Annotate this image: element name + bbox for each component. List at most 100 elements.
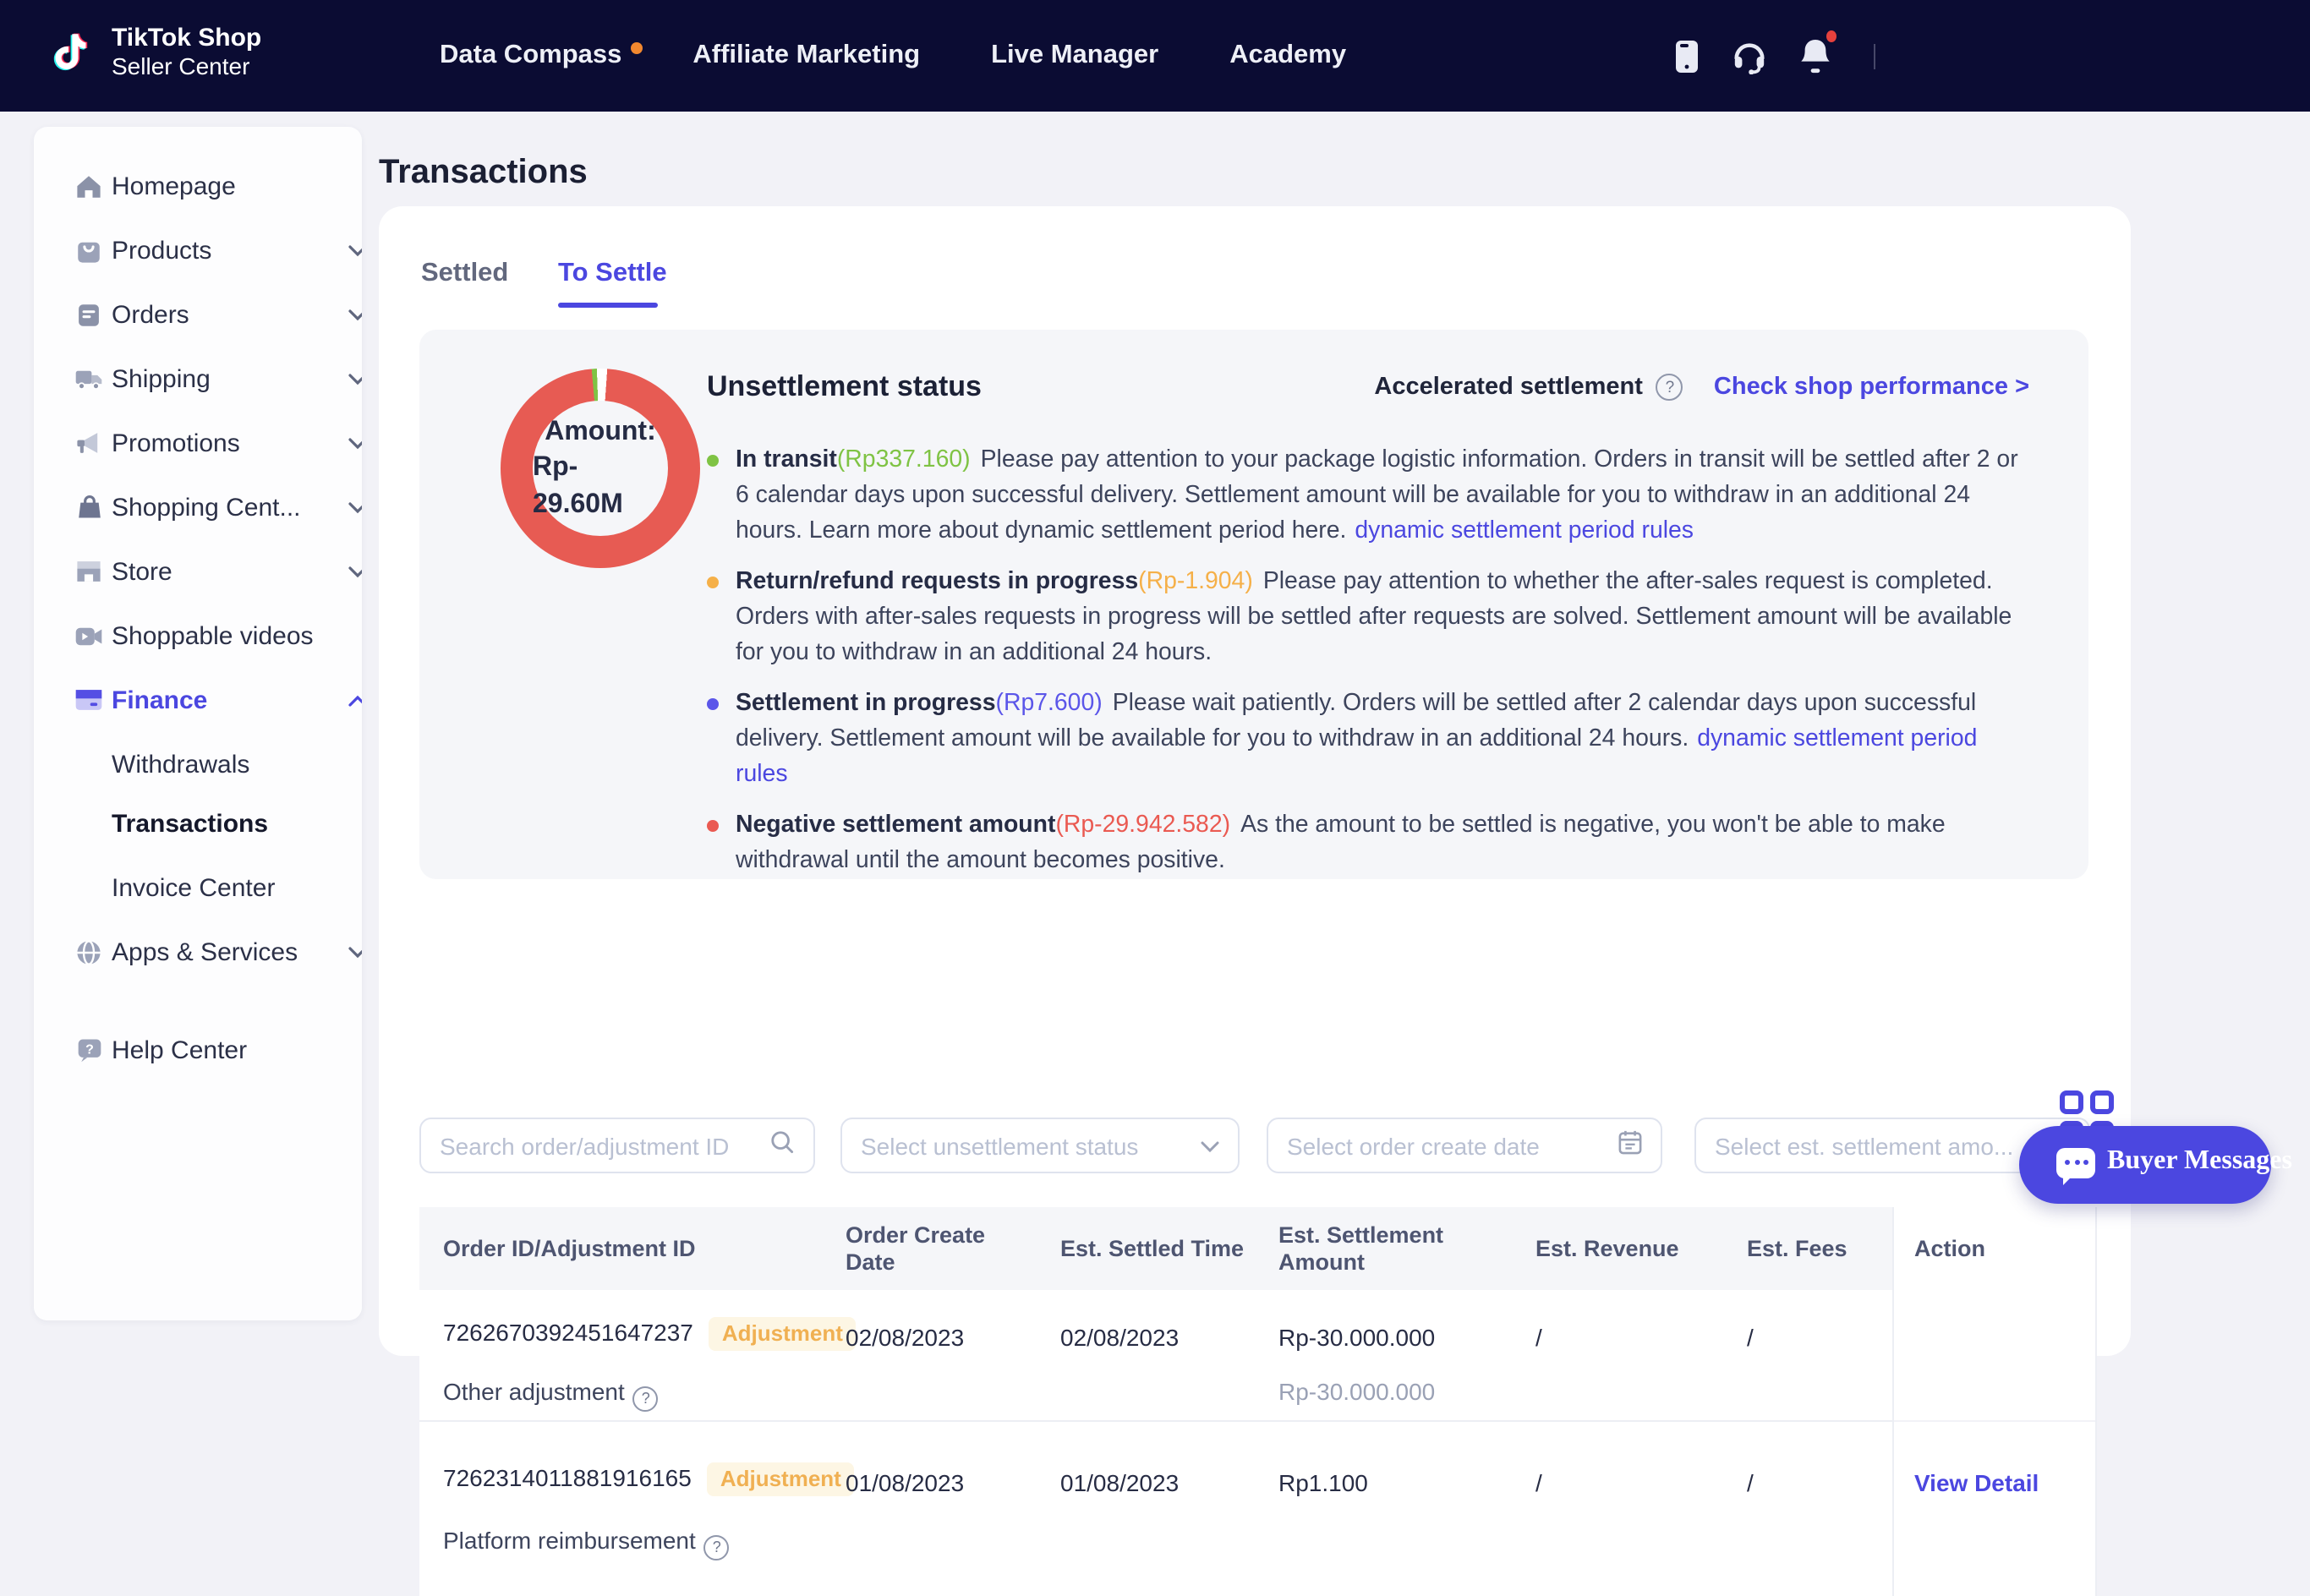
page-title: Transactions (379, 155, 588, 194)
sidebar-item-orders[interactable]: Orders (34, 282, 362, 347)
view-detail-link[interactable]: View Detail (1914, 1469, 2039, 1496)
sidebar-help-block: ? Help Center (34, 1003, 362, 1320)
logo-line2: Seller Center (112, 53, 261, 80)
order-create-date: 02/08/2023 (846, 1324, 964, 1351)
est-revenue: / (1535, 1469, 1542, 1496)
est-fees: / (1747, 1324, 1754, 1351)
tiktok-logo[interactable]: TikTok Shop Seller Center (51, 24, 261, 80)
active-tab-underline (558, 303, 658, 308)
nav-data-compass[interactable]: Data Compass (440, 41, 621, 71)
sidebar-item-homepage[interactable]: Homepage (34, 154, 362, 218)
panel-title: Unsettlement status (707, 370, 982, 404)
adjustment-badge: Adjustment (709, 1317, 857, 1351)
help-tooltip-icon[interactable]: ? (1656, 374, 1683, 401)
sidebar-item-shipping[interactable]: Shipping (34, 347, 362, 411)
bullet-settlement-in-progress: Settlement in progress(Rp7.600)Please wa… (707, 686, 2029, 793)
top-nav-icons (1674, 0, 1875, 112)
adjustment-type: Platform reimbursement (443, 1527, 696, 1554)
nav-divider (1874, 43, 1875, 68)
chevron-down-icon (348, 363, 362, 394)
est-settled-time: 01/08/2023 (1060, 1469, 1179, 1496)
megaphone-icon (74, 429, 103, 457)
sidebar-item-invoice-center[interactable]: Invoice Center (34, 855, 362, 920)
bullet-negative-settlement: Negative settlement amount(Rp-29.942.582… (707, 808, 2029, 879)
nav-live-manager[interactable]: Live Manager (991, 41, 1158, 71)
col-fees: Est. Fees (1747, 1235, 1847, 1262)
purple-dot-icon (707, 698, 719, 710)
chevron-down-icon (348, 937, 362, 967)
logo-text: TikTok Shop Seller Center (112, 24, 261, 80)
chevron-down-icon (348, 492, 362, 522)
check-shop-performance-link[interactable]: Check shop performance > (1714, 374, 2029, 401)
adjustment-badge: Adjustment (707, 1462, 855, 1496)
est-settlement-amount: Rp-30.000.000 (1278, 1324, 1435, 1351)
search-icon (769, 1129, 795, 1162)
tab-settled[interactable]: Settled (421, 259, 508, 289)
svg-text:?: ? (85, 1042, 93, 1057)
order-id[interactable]: 7262314011881916165 (443, 1464, 692, 1491)
support-headset-icon[interactable] (1732, 38, 1767, 74)
finance-card-icon (74, 686, 103, 714)
bullet-title: Negative settlement amount (736, 812, 1055, 839)
chat-bubble-icon (2056, 1148, 2095, 1178)
chevron-up-icon (348, 685, 362, 715)
bullet-amount: (Rp7.600) (996, 690, 1103, 717)
donut-center-label-1: Amount: (545, 413, 656, 450)
sidebar-item-transactions[interactable]: Transactions (34, 791, 362, 855)
bullet-in-transit: In transit(Rp337.160)Please pay attentio… (707, 443, 2029, 549)
sidebar-item-apps-services[interactable]: Apps & Services (34, 920, 362, 984)
est-settled-time: 02/08/2023 (1060, 1324, 1179, 1351)
sidebar-item-finance[interactable]: Finance (34, 668, 362, 732)
unsettlement-status-select[interactable]: Select unsettlement status (840, 1118, 1240, 1173)
home-icon (74, 172, 103, 200)
sidebar-item-withdrawals[interactable]: Withdrawals (34, 732, 362, 796)
buyer-messages-button[interactable]: Buyer Messages (2019, 1126, 2271, 1204)
action-column-divider (1892, 1207, 1894, 1596)
info-question-icon[interactable]: ? (704, 1534, 730, 1560)
orders-document-icon (74, 300, 103, 329)
sidebar-item-shopping-center[interactable]: Shopping Cent... (34, 475, 362, 539)
notification-dot (1826, 30, 1837, 42)
sidebar-item-store[interactable]: Store (34, 539, 362, 604)
shipping-truck-icon (74, 364, 103, 393)
sidebar-item-help-center[interactable]: ? Help Center (34, 1018, 362, 1082)
products-bag-icon (74, 236, 103, 265)
tab-to-settle[interactable]: To Settle (558, 259, 667, 289)
order-create-date-picker[interactable]: Select order create date (1267, 1118, 1662, 1173)
orange-dot-icon (707, 577, 719, 588)
col-settlement-amount: Est. Settlement Amount (1278, 1222, 1464, 1276)
mobile-app-icon[interactable] (1674, 38, 1700, 74)
buyer-messages-label: Buyer Messages (2107, 1146, 2292, 1177)
accelerated-settlement-label: Accelerated settlement (1374, 374, 1643, 401)
status-bullets: In transit(Rp337.160)Please pay attentio… (707, 443, 2029, 879)
bullet-amount: (Rp-1.904) (1138, 568, 1253, 595)
bullet-title: Return/refund requests in progress (736, 568, 1138, 595)
order-id[interactable]: 7262670392451647237 (443, 1319, 693, 1346)
donut-center-label-2: Rp-29.60M (533, 450, 668, 522)
select-placeholder: Select est. settlement amo... (1715, 1132, 2051, 1159)
chevron-down-icon (1201, 1130, 1219, 1161)
bullet-title: In transit (736, 446, 837, 473)
unsettlement-status-panel: Amount: Rp-29.60M Unsettlement status Ac… (419, 330, 2088, 879)
bullet-title: Settlement in progress (736, 690, 996, 717)
video-camera-icon (74, 621, 103, 650)
settlement-amount-sub: Rp-30.000.000 (1278, 1378, 1435, 1405)
sidebar-item-promotions[interactable]: Promotions (34, 411, 362, 475)
table-header: Order ID/Adjustment ID Order Create Date… (419, 1207, 2095, 1290)
top-nav: TikTok Shop Seller Center Data Compass A… (0, 0, 2310, 112)
dynamic-settlement-rules-link[interactable]: dynamic settlement period rules (1355, 517, 1694, 544)
table-row: 7262670392451647237 Adjustment 02/08/2023… (419, 1290, 2095, 1420)
sidebar: Homepage Products Orders Shipping Promot… (34, 127, 362, 1320)
sidebar-item-shoppable-videos[interactable]: Shoppable videos (34, 604, 362, 668)
info-question-icon[interactable]: ? (633, 1386, 659, 1411)
sidebar-item-products[interactable]: Products (34, 218, 362, 282)
table-row: 7262314011881916165 Adjustment 01/08/2023… (419, 1422, 2095, 1596)
nav-affiliate-marketing[interactable]: Affiliate Marketing (692, 41, 920, 71)
shopping-bag-icon (74, 493, 103, 522)
bullet-amount: (Rp-29.942.582) (1055, 812, 1230, 839)
search-order-input[interactable]: Search order/adjustment ID (419, 1118, 815, 1173)
nav-academy[interactable]: Academy (1229, 41, 1346, 71)
notifications-bell-icon[interactable] (1799, 37, 1831, 74)
new-badge-dot (630, 42, 642, 54)
transactions-table: Order ID/Adjustment ID Order Create Date… (419, 1207, 2097, 1596)
